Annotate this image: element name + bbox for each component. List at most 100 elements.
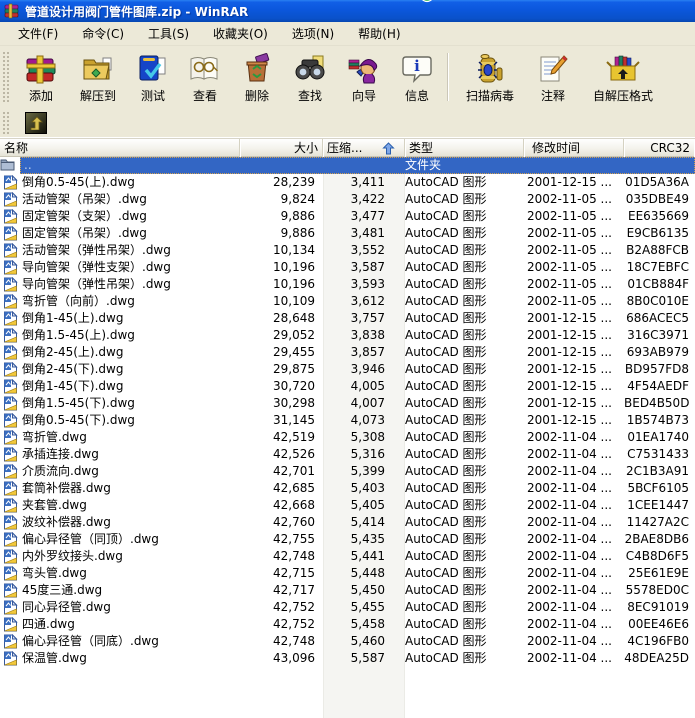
file-name: 活动管架（弹性吊架）.dwg [22, 243, 171, 257]
file-size: 9,886 [280, 226, 315, 240]
file-row[interactable]: 固定管架（支架）.dwg 9,886 3,477 AutoCAD 图形 2002… [0, 208, 695, 225]
file-row[interactable]: 倒角1.5-45(上).dwg 29,052 3,838 AutoCAD 图形 … [0, 327, 695, 344]
file-packed-size: 5,399 [350, 464, 385, 478]
file-type: AutoCAD 图形 [405, 447, 487, 461]
toolbar-grip[interactable] [2, 51, 10, 103]
file-size: 42,752 [273, 600, 315, 614]
menu-help[interactable]: 帮助(H) [346, 22, 412, 45]
file-name: 四通.dwg [22, 617, 75, 631]
sfx-box-icon [606, 52, 640, 86]
file-row[interactable]: 弯头管.dwg 42,715 5,448 AutoCAD 图形 2002-11-… [0, 565, 695, 582]
dwg-file-icon [3, 175, 18, 190]
find-button[interactable]: 查找 [283, 49, 337, 105]
file-row[interactable]: 倒角2-45(上).dwg 29,455 3,857 AutoCAD 图形 20… [0, 344, 695, 361]
dwg-file-icon [3, 464, 18, 479]
scan-virus-button[interactable]: 扫描病毒 [453, 49, 527, 105]
wizard-button[interactable]: 向导 [337, 49, 391, 105]
file-type: AutoCAD 图形 [405, 498, 487, 512]
file-name: 波纹补偿器.dwg [22, 515, 111, 529]
file-row[interactable]: 偏心异径管（同顶）.dwg 42,755 5,435 AutoCAD 图形 20… [0, 531, 695, 548]
sfx-button[interactable]: 自解压格式 [579, 49, 667, 105]
dwg-file-icon [3, 413, 18, 428]
file-row[interactable]: 弯折管.dwg 42,519 5,308 AutoCAD 图形 2002-11-… [0, 429, 695, 446]
info-button[interactable]: i 信息 [391, 49, 443, 105]
test-book-icon [136, 52, 170, 86]
file-row[interactable]: 夹套管.dwg 42,668 5,405 AutoCAD 图形 2002-11-… [0, 497, 695, 514]
file-row[interactable]: 倒角0.5-45(上).dwg 28,239 3,411 AutoCAD 图形 … [0, 174, 695, 191]
file-row[interactable]: 倒角1-45(上).dwg 28,648 3,757 AutoCAD 图形 20… [0, 310, 695, 327]
dwg-file-icon [3, 447, 18, 462]
file-type: AutoCAD 图形 [405, 566, 487, 580]
file-size: 42,685 [273, 481, 315, 495]
menu-bar: 文件(F) 命令(C) 工具(S) 收藏夹(O) 选项(N) 帮助(H) [0, 22, 695, 46]
dwg-file-icon [3, 379, 18, 394]
extract-to-button[interactable]: 解压到 [69, 49, 127, 105]
menu-tools[interactable]: 工具(S) [136, 22, 201, 45]
file-name: 同心异径管.dwg [22, 600, 111, 614]
file-name: 介质流向.dwg [22, 464, 99, 478]
file-crc32: 686ACEC5 [626, 311, 689, 325]
file-name: 倒角2-45(下).dwg [22, 362, 124, 376]
file-size: 10,134 [273, 243, 315, 257]
file-row[interactable]: 介质流向.dwg 42,701 5,399 AutoCAD 图形 2002-11… [0, 463, 695, 480]
dwg-file-icon [3, 532, 18, 547]
column-header-crc32[interactable]: CRC32 [624, 139, 694, 157]
menu-commands[interactable]: 命令(C) [70, 22, 136, 45]
file-name: 倒角1.5-45(下).dwg [22, 396, 135, 410]
comment-button[interactable]: 注释 [527, 49, 579, 105]
file-row[interactable]: 保温管.dwg 43,096 5,587 AutoCAD 图形 2002-11-… [0, 650, 695, 667]
file-crc32: BED4B50D [624, 396, 689, 410]
up-one-level-button[interactable] [25, 111, 47, 134]
column-header-size[interactable]: 大小 [240, 139, 323, 157]
dwg-file-icon [3, 481, 18, 496]
file-row[interactable]: 倒角0.5-45(下).dwg 31,145 4,073 AutoCAD 图形 … [0, 412, 695, 429]
file-row[interactable]: 活动管架（吊架）.dwg 9,824 3,422 AutoCAD 图形 2002… [0, 191, 695, 208]
add-button[interactable]: 添加 [13, 49, 69, 105]
column-header-name[interactable]: 名称 [0, 139, 240, 157]
file-row[interactable]: 固定管架（吊架）.dwg 9,886 3,481 AutoCAD 图形 2002… [0, 225, 695, 242]
file-name: 固定管架（吊架）.dwg [22, 226, 147, 240]
file-packed-size: 3,587 [350, 260, 385, 274]
file-row[interactable]: 套筒补偿器.dwg 42,685 5,403 AutoCAD 图形 2002-1… [0, 480, 695, 497]
file-row[interactable]: 45度三通.dwg 42,717 5,450 AutoCAD 图形 2002-1… [0, 582, 695, 599]
address-bar-grip[interactable] [2, 110, 10, 135]
file-row[interactable]: 导向管架（弹性吊架）.dwg 10,196 3,593 AutoCAD 图形 2… [0, 276, 695, 293]
test-button[interactable]: 测试 [127, 49, 179, 105]
file-size: 29,052 [273, 328, 315, 342]
file-modified: 2002-11-05 ... [527, 294, 612, 308]
file-modified: 2002-11-04 ... [527, 515, 612, 529]
file-row[interactable]: 倒角2-45(下).dwg 29,875 3,946 AutoCAD 图形 20… [0, 361, 695, 378]
file-row[interactable]: 同心异径管.dwg 42,752 5,455 AutoCAD 图形 2002-1… [0, 599, 695, 616]
column-header-modified[interactable]: 修改时间 [524, 139, 624, 157]
menu-file[interactable]: 文件(F) [6, 22, 70, 45]
file-row[interactable]: 活动管架（弹性吊架）.dwg 10,134 3,552 AutoCAD 图形 2… [0, 242, 695, 259]
file-row[interactable]: 倒角1.5-45(下).dwg 30,298 4,007 AutoCAD 图形 … [0, 395, 695, 412]
file-packed-size: 3,422 [350, 192, 385, 206]
file-row[interactable]: 偏心异径管（同底）.dwg 42,748 5,460 AutoCAD 图形 20… [0, 633, 695, 650]
file-crc32: E9CB6135 [626, 226, 689, 240]
wizard-button-label: 向导 [351, 89, 376, 103]
file-crc32: 00EE46E6 [628, 617, 689, 631]
file-size: 42,715 [273, 566, 315, 580]
menu-options[interactable]: 选项(N) [280, 22, 346, 45]
menu-favorites[interactable]: 收藏夹(O) [201, 22, 280, 45]
dwg-file-icon [3, 345, 18, 360]
file-packed-size: 5,405 [350, 498, 385, 512]
file-packed-size: 5,448 [350, 566, 385, 580]
column-header-type[interactable]: 类型 [405, 139, 524, 157]
file-row[interactable]: 波纹补偿器.dwg 42,760 5,414 AutoCAD 图形 2002-1… [0, 514, 695, 531]
file-size: 28,648 [273, 311, 315, 325]
file-row[interactable]: 四通.dwg 42,752 5,458 AutoCAD 图形 2002-11-0… [0, 616, 695, 633]
file-row[interactable]: 倒角1-45(下).dwg 30,720 4,005 AutoCAD 图形 20… [0, 378, 695, 395]
selection-highlight [20, 157, 695, 174]
delete-button[interactable]: 删除 [231, 49, 283, 105]
file-row[interactable]: 内外罗纹接头.dwg 42,748 5,441 AutoCAD 图形 2002-… [0, 548, 695, 565]
title-bar: 管道设计用阀门管件图库.zip - WinRAR [0, 0, 695, 22]
file-type: AutoCAD 图形 [405, 362, 487, 376]
file-row[interactable]: 弯折管（向前）.dwg 10,109 3,612 AutoCAD 图形 2002… [0, 293, 695, 310]
file-row[interactable]: 承插连接.dwg 42,526 5,316 AutoCAD 图形 2002-11… [0, 446, 695, 463]
view-button[interactable]: 查看 [179, 49, 231, 105]
file-row[interactable]: 导向管架（弹性支架）.dwg 10,196 3,587 AutoCAD 图形 2… [0, 259, 695, 276]
parent-folder-row[interactable]: .. 文件夹 [0, 157, 695, 174]
dwg-file-icon [3, 311, 18, 326]
